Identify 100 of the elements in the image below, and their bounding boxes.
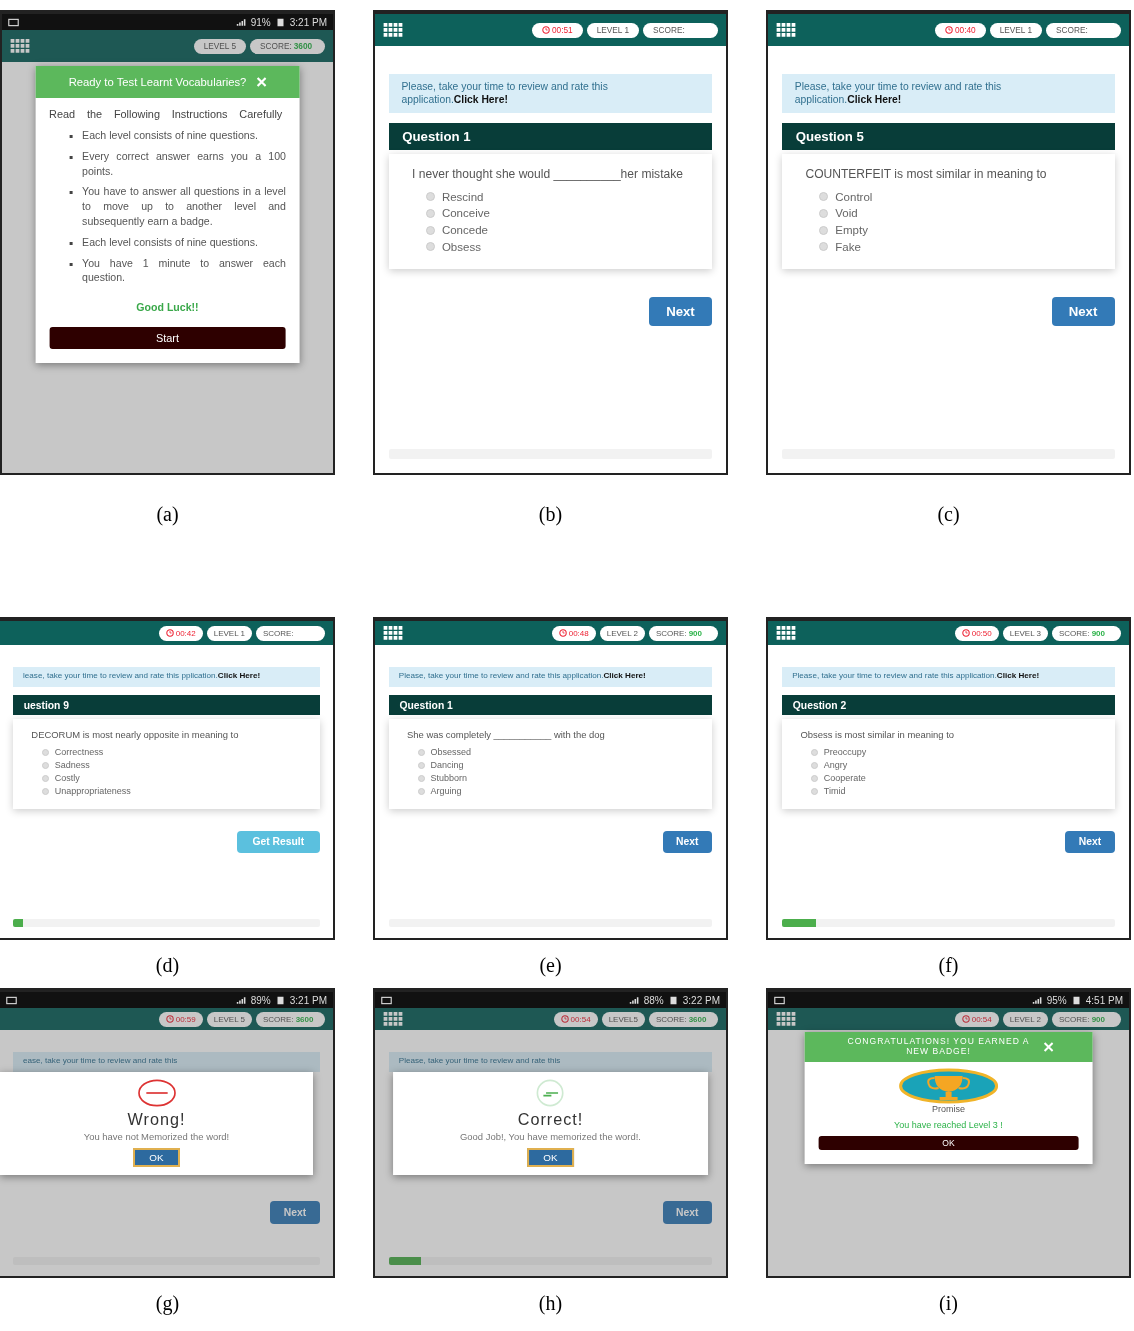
rating-banner: Please, take your time to review and rate this application.Click Here!: [782, 73, 1115, 113]
instruction-text: Every correct answer earns you a 100 points.: [82, 148, 286, 179]
score-value: 900: [688, 628, 703, 638]
question-text: DECORUM is most nearly opposite in meaning to: [31, 728, 240, 742]
option-label[interactable]: Void: [835, 205, 858, 222]
question-header: Question 5: [782, 123, 1115, 151]
next-button[interactable]: Next: [1051, 296, 1115, 327]
radio-button[interactable]: [819, 242, 829, 252]
radio-button[interactable]: [417, 788, 425, 796]
menu-icon[interactable]: [776, 22, 796, 38]
radio-button[interactable]: [811, 788, 819, 796]
next-button[interactable]: Next: [662, 1201, 712, 1224]
radio-button[interactable]: [417, 749, 425, 757]
timer-text: 00:48: [568, 628, 589, 638]
option-label[interactable]: Empty: [835, 221, 868, 239]
question-text: I never thought she would __________her mistake: [412, 165, 684, 183]
radio-button[interactable]: [811, 775, 819, 783]
menu-icon[interactable]: [383, 22, 403, 38]
option-label[interactable]: Obsess: [441, 238, 481, 256]
close-icon[interactable]: [256, 77, 267, 87]
close-icon[interactable]: [1043, 1041, 1054, 1052]
radio-button[interactable]: [42, 749, 50, 757]
menu-icon[interactable]: [383, 625, 403, 641]
option-label[interactable]: Conceive: [441, 205, 490, 222]
clock-icon: [165, 1015, 174, 1023]
radio-button[interactable]: [425, 225, 435, 235]
option-label[interactable]: Fake: [835, 238, 861, 256]
dialog-title: Ready to Test Learnt Vocabularies?: [68, 76, 247, 88]
option-label[interactable]: Control: [835, 188, 873, 206]
menu-icon[interactable]: [776, 1011, 796, 1027]
next-button[interactable]: Next: [662, 830, 712, 854]
click-here-link[interactable]: Click Here!: [453, 94, 508, 106]
option-label[interactable]: Sadness: [54, 759, 90, 773]
instruction-text: You have 1 minute to answer each question.: [82, 255, 286, 286]
score-label: SCORE:: [656, 628, 687, 638]
menu-icon[interactable]: [10, 38, 30, 54]
clock-time: 3:21 PM: [289, 16, 327, 28]
radio-button[interactable]: [417, 775, 425, 783]
figure-caption: (i): [938, 1292, 959, 1314]
radio-button[interactable]: [425, 208, 435, 219]
score-value: 900: [1091, 628, 1106, 638]
radio-button[interactable]: [425, 242, 435, 252]
radio-button[interactable]: [819, 208, 829, 219]
click-here-link[interactable]: Click Here!: [847, 94, 902, 106]
rating-banner: Please, take your time to review and rate this: [389, 1051, 712, 1072]
next-button[interactable]: Next: [270, 1201, 320, 1224]
ok-button[interactable]: OK: [527, 1148, 574, 1168]
clock-icon: [558, 629, 567, 637]
result-title: Correct!: [517, 1110, 584, 1130]
menu-icon[interactable]: [383, 1011, 403, 1027]
radio-button[interactable]: [417, 762, 425, 770]
ok-button[interactable]: OK: [818, 1135, 1079, 1150]
level-pill: LEVEL 3: [1002, 625, 1048, 641]
battery-percent: 91%: [250, 16, 271, 28]
option-label[interactable]: Preoccupy: [823, 746, 867, 760]
clock-time: 3:21 PM: [289, 994, 327, 1006]
radio-button[interactable]: [819, 225, 829, 235]
clock-icon: [961, 1015, 970, 1023]
notification-icon: [6, 995, 17, 1005]
level-pill: LEVEL 1: [989, 22, 1042, 38]
signal-icon: [628, 995, 640, 1005]
radio-button[interactable]: [42, 762, 50, 770]
radio-button[interactable]: [42, 788, 50, 796]
score-label: SCORE:: [656, 1014, 687, 1024]
option-label[interactable]: Cooperate: [823, 772, 866, 786]
radio-button[interactable]: [42, 775, 50, 783]
figure-caption: (b): [537, 503, 564, 525]
timer-text: 00:51: [552, 25, 573, 35]
question-text: Obsess is most similar in meaning to: [800, 728, 956, 742]
option-label[interactable]: Timid: [823, 785, 846, 799]
option-label[interactable]: Arguing: [430, 785, 462, 799]
start-button[interactable]: Start: [49, 327, 286, 350]
instructions-intro: Read the Following Instructions Carefully: [49, 108, 284, 120]
menu-icon[interactable]: [776, 625, 796, 641]
option-label[interactable]: Unappropriateness: [54, 785, 131, 799]
rating-banner: Please, take your time to review and rate this application.Click Here!: [389, 666, 712, 687]
radio-button[interactable]: [811, 762, 819, 770]
option-label[interactable]: Dancing: [430, 759, 464, 773]
figure-caption: (h): [537, 1292, 564, 1314]
signal-icon: [235, 17, 247, 27]
option-label[interactable]: Angry: [823, 759, 848, 773]
radio-button[interactable]: [425, 192, 435, 202]
radio-button[interactable]: [819, 192, 829, 202]
option-label[interactable]: Obsessed: [430, 746, 471, 760]
timer-text: 00:54: [570, 1014, 591, 1024]
level-pill: LEVEL 2: [599, 625, 645, 641]
ok-button[interactable]: OK: [133, 1148, 180, 1168]
click-here-link[interactable]: Click Here!: [603, 671, 646, 681]
option-label[interactable]: Costly: [54, 772, 80, 786]
option-label[interactable]: Stubborn: [430, 772, 467, 786]
level-pill: LEVEL5: [601, 1011, 645, 1027]
option-label[interactable]: Concede: [441, 221, 488, 239]
result-message: Good Job!, You have memorized the word!.: [460, 1131, 641, 1143]
option-label[interactable]: Correctness: [54, 746, 104, 760]
radio-button[interactable]: [811, 749, 819, 757]
figure-caption: (a): [155, 503, 180, 525]
option-label[interactable]: Rescind: [441, 188, 484, 206]
next-button[interactable]: Next: [648, 296, 712, 327]
figure-caption: (d): [154, 954, 181, 976]
next-button[interactable]: Next: [1065, 830, 1115, 854]
